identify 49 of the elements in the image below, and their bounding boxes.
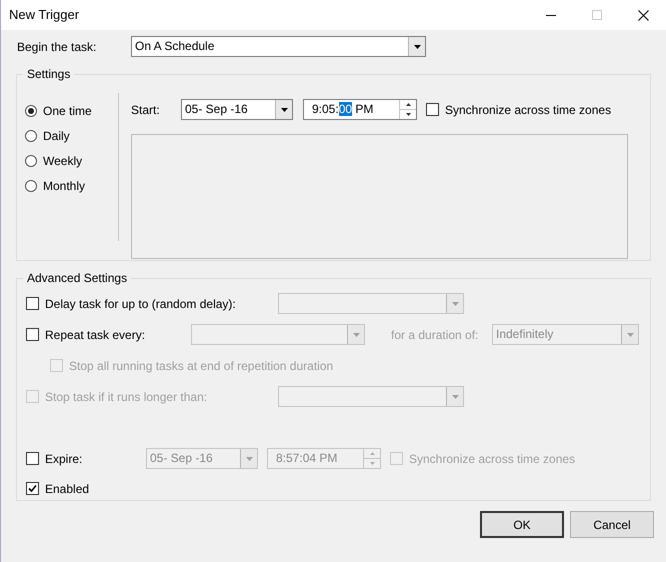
- field-label: for a duration of:: [391, 326, 480, 344]
- dropdown-button[interactable]: [275, 100, 292, 119]
- checkbox[interactable]: [26, 297, 39, 310]
- radio-label: Monthly: [43, 178, 86, 195]
- caret-down-icon: [452, 302, 458, 306]
- group-title: Settings: [26, 66, 72, 83]
- close-icon: [638, 10, 648, 20]
- dialog-button[interactable]: Cancel: [570, 511, 654, 538]
- window-title: New Trigger: [9, 6, 80, 24]
- radio-button[interactable]: [25, 130, 37, 142]
- radio-button[interactable]: [25, 180, 37, 192]
- caret-down-icon: [352, 332, 360, 336]
- time-field[interactable]: 9:05:00 PM: [303, 99, 417, 120]
- radio-button[interactable]: [25, 155, 37, 167]
- checkbox-label: Synchronize across time zones: [409, 450, 576, 468]
- checkbox-label: Stop task if it runs longer than:: [45, 388, 208, 406]
- dropdown-field[interactable]: [278, 293, 464, 314]
- checkbox-label: Stop all running tasks at end of repetition duration: [69, 358, 334, 374]
- checkbox[interactable]: [26, 482, 39, 495]
- group-title: Advanced Settings: [26, 270, 128, 287]
- dialog-button[interactable]: OK: [480, 511, 564, 538]
- caret-down-icon: [452, 394, 458, 398]
- caret-down-icon: [414, 44, 420, 48]
- checkbox[interactable]: [26, 328, 39, 341]
- spinner-buttons[interactable]: [399, 100, 416, 119]
- checkbox-label: Delay task for up to (random delay):: [45, 296, 236, 312]
- caret-down-icon: [626, 332, 634, 336]
- radio-button[interactable]: [25, 105, 37, 117]
- field-label: Begin the task:: [17, 38, 98, 56]
- dropdown-field[interactable]: 05- Sep -16: [181, 99, 293, 120]
- checkbox-label: Enabled: [45, 480, 90, 498]
- field-label: Start:: [131, 102, 161, 118]
- checkbox-label: Expire:: [45, 450, 82, 468]
- checkbox-label: Repeat task every:: [45, 326, 146, 344]
- checkbox-label: Synchronize across time zones: [445, 102, 612, 118]
- radio-label: One time: [43, 103, 92, 120]
- dropdown-field[interactable]: On A Schedule: [131, 36, 426, 57]
- radio-label: Weekly: [43, 153, 82, 170]
- caret-down-icon: [246, 456, 252, 460]
- dropdown-button[interactable]: [408, 37, 425, 56]
- maximize-icon: [592, 10, 602, 20]
- dropdown-field[interactable]: [191, 324, 365, 345]
- dropdown-field[interactable]: [278, 386, 464, 407]
- minimize-icon: [546, 14, 556, 16]
- checkmark-icon: [28, 484, 37, 493]
- radio-label: Daily: [43, 128, 70, 145]
- checkbox[interactable]: [26, 452, 39, 465]
- checkbox[interactable]: [426, 103, 439, 116]
- caret-down-icon: [280, 108, 288, 112]
